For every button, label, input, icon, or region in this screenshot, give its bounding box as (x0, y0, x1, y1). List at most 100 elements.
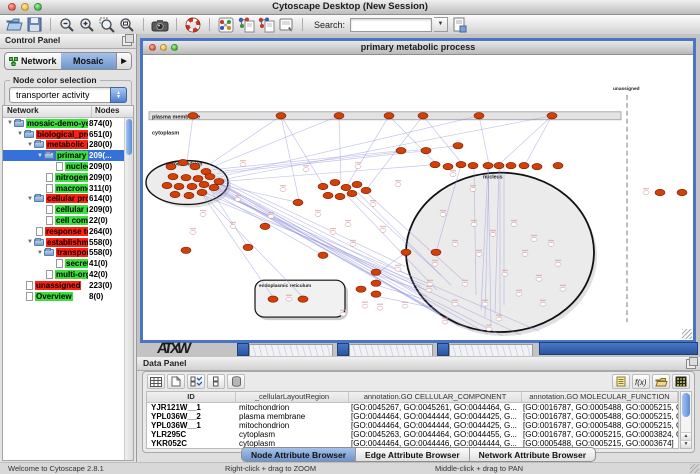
network-node[interactable] (205, 173, 215, 179)
annotation-icon[interactable] (277, 17, 295, 33)
network-node[interactable] (330, 179, 340, 185)
tree-row[interactable]: nitrogen compo209(0) (3, 172, 125, 183)
network-node-small[interactable] (200, 212, 206, 216)
network-node[interactable] (356, 286, 366, 292)
network-node[interactable] (443, 163, 453, 169)
disclosure-triangle-icon[interactable]: ▼ (26, 196, 34, 202)
import-network-icon[interactable] (237, 17, 255, 33)
inner-minimize-icon[interactable] (160, 44, 167, 51)
disclosure-triangle-icon[interactable]: ▼ (26, 239, 34, 245)
network-node-small[interactable] (395, 183, 401, 187)
network-node[interactable] (187, 183, 197, 189)
network-node-small[interactable] (380, 228, 386, 232)
network-node[interactable] (214, 178, 224, 184)
network-node[interactable] (347, 190, 357, 196)
tree-row[interactable]: macromolecule311(0) (3, 183, 125, 194)
tree-row[interactable]: ▼cellular process614(0) (3, 194, 125, 205)
network-node-small[interactable] (190, 230, 196, 234)
tree-row[interactable]: secretion41(0) (3, 258, 125, 269)
network-node-small[interactable] (440, 212, 446, 216)
network-node[interactable] (318, 252, 328, 258)
network-node-small[interactable] (462, 282, 468, 286)
delete-attribute-icon[interactable] (227, 374, 245, 389)
disclosure-triangle-icon[interactable]: ▼ (36, 250, 44, 256)
tree-scrollbar[interactable] (124, 118, 133, 460)
network-node-small[interactable] (540, 302, 546, 306)
minimize-window-icon[interactable] (21, 3, 29, 11)
tree-row[interactable]: ▼mosaic-demo-yeast874(0) (3, 118, 125, 129)
tab-network-attribute-browser[interactable]: Network Attribute Browser (470, 448, 595, 461)
network-node[interactable] (323, 192, 333, 198)
network-node[interactable] (174, 183, 184, 189)
network-node-small[interactable] (536, 277, 542, 281)
tree-row[interactable]: nucleobase-209(0) (3, 161, 125, 172)
inner-zoom-icon[interactable] (171, 44, 178, 51)
network-node-small[interactable] (315, 212, 321, 216)
network-node[interactable] (483, 162, 493, 168)
network-node-small[interactable] (427, 282, 433, 286)
attribute-table[interactable]: ID _cellularLayoutRegion annotation.GO C… (146, 391, 679, 449)
tab-network[interactable]: Network (5, 53, 61, 69)
minimized-window-preview[interactable] (449, 344, 533, 356)
network-node-small[interactable] (345, 222, 351, 226)
float-panel-icon[interactable] (122, 36, 132, 46)
network-node-small[interactable] (340, 312, 346, 316)
network-node-small[interactable] (482, 302, 488, 306)
network-node[interactable] (318, 183, 328, 189)
network-node[interactable] (184, 192, 194, 198)
tree-row[interactable]: ▼biological_process651(0) (3, 129, 125, 140)
camera-icon[interactable] (151, 17, 169, 33)
network-grid-icon[interactable] (217, 17, 235, 33)
col-id[interactable]: ID (147, 392, 236, 402)
network-node[interactable] (431, 249, 441, 255)
minimized-window-preview[interactable] (249, 344, 333, 356)
network-node[interactable] (384, 113, 394, 119)
network-node-small[interactable] (402, 304, 408, 308)
col-region[interactable]: _cellularLayoutRegion (236, 392, 349, 402)
network-node[interactable] (199, 181, 209, 187)
network-node-small[interactable] (230, 224, 236, 228)
tree-row[interactable]: response to stimulu264(0) (3, 226, 125, 237)
network-node[interactable] (361, 187, 371, 193)
tree-row[interactable]: ▼metabolic process280(0) (3, 140, 125, 151)
network-node-small[interactable] (432, 262, 438, 266)
network-node-small[interactable] (471, 222, 477, 226)
network-node[interactable] (418, 113, 428, 119)
network-node[interactable] (421, 147, 431, 153)
minimized-window-icon[interactable] (237, 343, 249, 356)
open-attributes-icon[interactable] (652, 374, 670, 389)
network-node-small[interactable] (268, 214, 274, 218)
tree-scrollbar-thumb[interactable] (126, 119, 132, 155)
network-node-small[interactable] (560, 287, 566, 291)
table-row[interactable]: YLR295Ccytoplasm[GO:0045263, GO:0044464,… (147, 430, 678, 439)
tree-row[interactable]: multi-organism pro42(0) (3, 269, 125, 280)
inner-resize-grip[interactable] (682, 329, 692, 339)
network-node[interactable] (243, 244, 253, 250)
network-node-small[interactable] (470, 188, 476, 192)
network-node-small[interactable] (496, 317, 502, 321)
zoom-selected-icon[interactable] (98, 17, 116, 33)
network-node[interactable] (193, 175, 203, 181)
zoom-fit-icon[interactable] (118, 17, 136, 33)
network-node-small[interactable] (370, 202, 376, 206)
network-node[interactable] (371, 291, 381, 297)
network-node-small[interactable] (511, 222, 517, 226)
network-node-small[interactable] (531, 237, 537, 241)
minimized-window-icon[interactable] (437, 343, 449, 356)
disclosure-triangle-icon[interactable]: ▼ (6, 120, 14, 126)
network-node[interactable] (506, 162, 516, 168)
network-node[interactable] (553, 162, 563, 168)
network-node[interactable] (197, 189, 207, 195)
network-node[interactable] (178, 159, 188, 165)
float-data-panel-icon[interactable] (686, 359, 696, 369)
network-node[interactable] (293, 199, 303, 205)
tab-node-attribute-browser[interactable]: Node Attribute Browser (242, 448, 356, 461)
scroll-up-icon[interactable]: ▲ (681, 432, 691, 440)
search-input[interactable] (350, 18, 432, 32)
network-node[interactable] (276, 113, 286, 119)
table-scrollbar-thumb[interactable] (682, 393, 690, 417)
network-node-small[interactable] (516, 292, 522, 296)
network-node[interactable] (547, 113, 557, 119)
minimized-window-titlebar[interactable] (539, 342, 698, 355)
network-node[interactable] (268, 296, 278, 302)
